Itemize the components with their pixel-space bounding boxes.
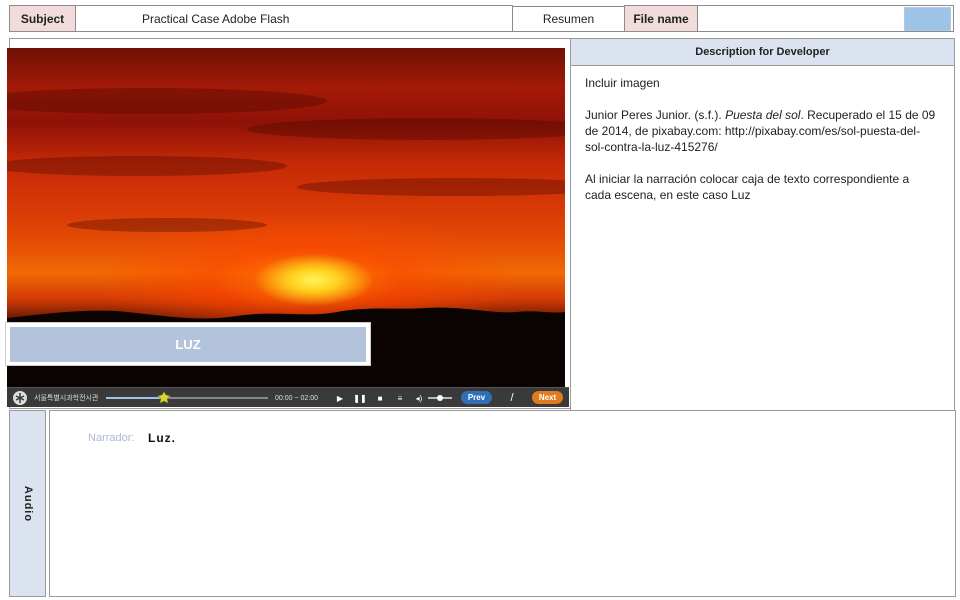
- audio-panel: Narrador: Luz.: [49, 410, 956, 597]
- audio-label-bar: Audio: [9, 410, 46, 597]
- next-button[interactable]: Next: [532, 391, 563, 404]
- description-body: Incluir imagen Junior Peres Junior. (s.f…: [585, 75, 937, 219]
- subject-value-text: Practical Case Adobe Flash: [142, 11, 290, 26]
- progress-track[interactable]: [106, 397, 268, 399]
- subject-value: Practical Case Adobe Flash: [75, 5, 513, 32]
- reference-title: Puesta del sol: [725, 108, 801, 122]
- volume-icon[interactable]: ◂): [413, 388, 425, 408]
- resumen-tab[interactable]: Resumen: [512, 6, 625, 32]
- play-button[interactable]: ▶: [334, 388, 346, 408]
- caption-text: LUZ: [10, 327, 366, 362]
- description-instruction: Al iniciar la narración colocar caja de …: [585, 172, 910, 202]
- description-panel: Description for Developer Incluir imagen…: [570, 38, 955, 411]
- nav-separator: /: [510, 392, 514, 404]
- player-logo-text: 서울특별시과학전시관: [34, 395, 99, 402]
- menu-list-icon[interactable]: ≡: [394, 388, 406, 408]
- media-player-bar: 서울특별시과학전시관 00:00 ~ 02:00 ▶ ❚❚ ■ ≡ ◂) Pre…: [7, 387, 569, 407]
- progress-fill: [106, 397, 165, 399]
- progress-thumb-icon[interactable]: [157, 391, 171, 405]
- time-display: 00:00 ~ 02:00: [275, 394, 319, 402]
- file-name-label: File name: [624, 5, 698, 32]
- subject-label: Subject: [9, 5, 76, 32]
- narrator-label: Narrador:: [88, 432, 135, 444]
- description-title: Description for Developer: [571, 39, 954, 66]
- narrator-text: Luz.: [148, 431, 176, 445]
- stop-button[interactable]: ■: [374, 388, 386, 408]
- player-logo-icon: [13, 391, 27, 405]
- reference-author: Junior Peres Junior. (s.f.).: [585, 108, 726, 122]
- pause-button[interactable]: ❚❚: [353, 388, 366, 408]
- file-color-swatch: [904, 7, 951, 31]
- volume-knob[interactable]: [437, 395, 443, 401]
- description-line-include: Incluir imagen: [585, 76, 660, 90]
- description-reference: Junior Peres Junior. (s.f.). Puesta del …: [585, 107, 937, 155]
- caption-box: LUZ: [5, 322, 371, 366]
- prev-button[interactable]: Prev: [461, 391, 492, 404]
- audio-label: Audio: [21, 485, 34, 522]
